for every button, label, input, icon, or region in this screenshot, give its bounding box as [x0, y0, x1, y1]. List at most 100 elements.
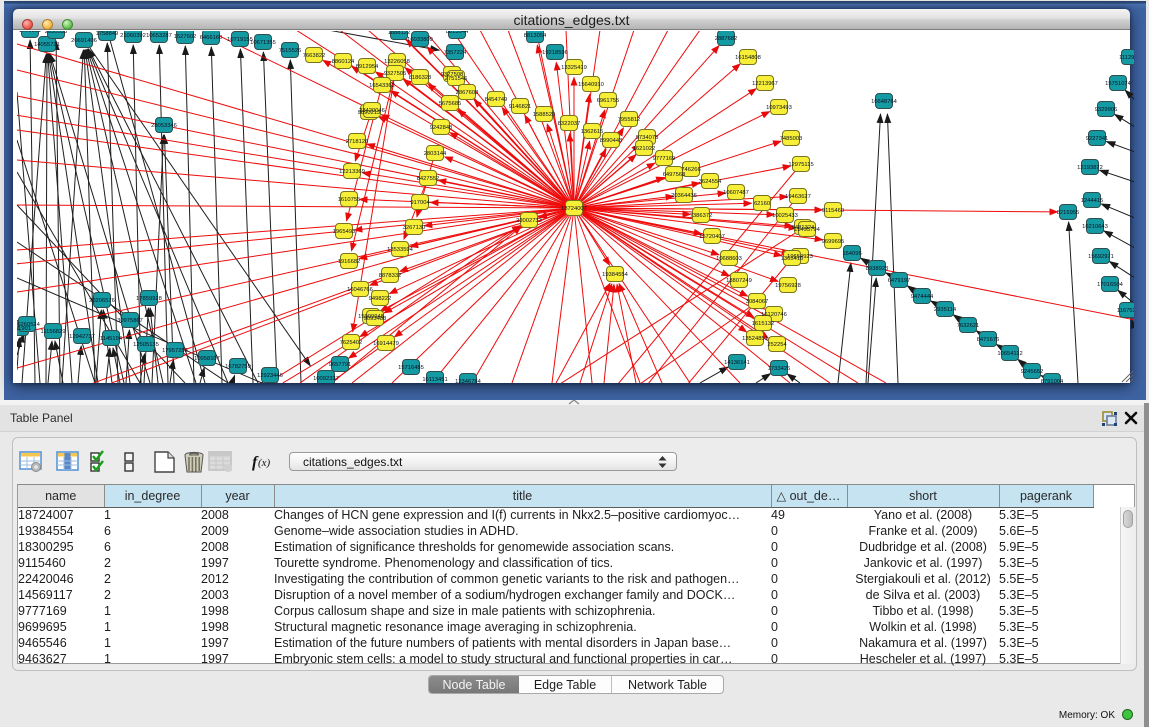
- svg-text:20691406: 20691406: [71, 38, 97, 44]
- svg-text:2935114: 2935114: [934, 307, 957, 313]
- svg-text:30975867: 30975867: [117, 318, 143, 324]
- svg-text:2803144: 2803144: [424, 151, 447, 157]
- svg-text:1112904: 1112904: [1119, 55, 1134, 61]
- svg-text:20364436: 20364436: [671, 193, 697, 199]
- svg-text:7357224: 7357224: [444, 50, 467, 56]
- svg-text:8215955: 8215955: [1057, 210, 1080, 216]
- svg-text:8878332: 8878332: [379, 273, 402, 279]
- svg-text:18807249: 18807249: [726, 278, 752, 284]
- svg-text:1365416: 1365416: [781, 256, 804, 262]
- svg-text:1621022: 1621022: [633, 146, 656, 152]
- svg-text:10092337: 10092337: [313, 376, 339, 382]
- svg-text:21060392: 21060392: [120, 33, 146, 39]
- svg-text:23002733: 23002733: [516, 218, 542, 224]
- svg-text:9777169: 9777169: [653, 156, 676, 162]
- svg-text:1362615: 1362615: [581, 129, 604, 135]
- svg-text:16210643: 16210643: [1082, 224, 1108, 230]
- svg-text:19218596: 19218596: [542, 50, 568, 56]
- svg-text:12942737: 12942737: [69, 334, 95, 340]
- svg-text:1733426: 1733426: [768, 366, 791, 372]
- svg-text:1167533: 1167533: [1117, 308, 1134, 314]
- svg-text:15720407: 15720407: [699, 234, 725, 240]
- svg-text:252254: 252254: [767, 342, 787, 348]
- svg-text:15716485: 15716485: [398, 365, 424, 371]
- svg-text:1888122: 1888122: [388, 31, 411, 36]
- svg-text:13524851: 13524851: [742, 336, 768, 342]
- svg-text:12193872: 12193872: [1077, 165, 1103, 171]
- svg-text:8860124: 8860124: [332, 59, 355, 65]
- svg-text:12213967: 12213967: [752, 81, 778, 87]
- svg-text:9093488: 9093488: [364, 316, 387, 322]
- svg-text:1145194: 1145194: [100, 336, 123, 342]
- svg-text:9146821: 9146821: [509, 104, 532, 110]
- svg-text:12975115: 12975115: [788, 162, 813, 168]
- svg-text:13325419: 13325419: [561, 65, 587, 71]
- svg-text:8322037: 8322037: [558, 121, 581, 127]
- svg-text:8186328: 8186328: [409, 75, 432, 81]
- svg-text:9699695: 9699695: [822, 239, 845, 245]
- svg-text:7632621: 7632621: [957, 323, 980, 329]
- svg-text:16113451: 16113451: [422, 377, 447, 383]
- svg-text:1965493: 1965493: [333, 229, 356, 235]
- svg-text:17859928: 17859928: [136, 296, 162, 302]
- svg-text:2887682: 2887682: [715, 36, 738, 42]
- svg-text:20206576: 20206576: [89, 298, 115, 304]
- svg-text:7663822: 7663822: [303, 53, 326, 59]
- svg-text:1615132: 1615132: [752, 321, 775, 327]
- svg-text:8813054: 8813054: [524, 33, 547, 39]
- svg-text:164095: 164095: [842, 251, 861, 257]
- svg-text:8471676: 8471676: [977, 337, 1000, 343]
- svg-text:3084067: 3084067: [746, 299, 769, 305]
- svg-text:8427552: 8427552: [417, 176, 440, 182]
- svg-text:3267130: 3267130: [403, 225, 426, 231]
- svg-text:8912954: 8912954: [356, 64, 379, 70]
- svg-text:917004: 917004: [410, 200, 430, 206]
- svg-text:12923446: 12923446: [257, 373, 283, 379]
- svg-text:10025433: 10025433: [772, 213, 798, 219]
- svg-text:16033809: 16033809: [407, 37, 433, 43]
- svg-text:9327505: 9327505: [384, 71, 407, 77]
- svg-text:14055721: 14055721: [34, 42, 60, 48]
- svg-text:10719155: 10719155: [227, 37, 253, 43]
- svg-text:5675685: 5675685: [439, 101, 462, 107]
- svg-text:62160: 62160: [754, 201, 770, 207]
- svg-text:1527602: 1527602: [174, 34, 197, 40]
- svg-text:8791004: 8791004: [1041, 379, 1064, 383]
- svg-text:1588520: 1588520: [533, 112, 556, 118]
- svg-text:7625402: 7625402: [340, 340, 363, 346]
- svg-text:10958107: 10958107: [194, 356, 220, 362]
- svg-text:16914479: 16914479: [373, 341, 399, 347]
- svg-text:1244415: 1244415: [1081, 198, 1104, 204]
- svg-text:9734078: 9734078: [636, 135, 659, 141]
- svg-text:14136141: 14136141: [724, 360, 750, 366]
- svg-text:2030553: 2030553: [45, 31, 68, 35]
- svg-text:16046766: 16046766: [347, 287, 373, 293]
- svg-text:12213369: 12213369: [339, 169, 365, 175]
- svg-text:2867608: 2867608: [456, 90, 479, 96]
- svg-text:13533594: 13533594: [387, 247, 414, 253]
- svg-text:15692971: 15692971: [1088, 254, 1114, 260]
- svg-text:17016504: 17016504: [1097, 282, 1124, 288]
- svg-text:12505135: 12505135: [133, 342, 159, 348]
- svg-text:9657791: 9657791: [329, 362, 352, 368]
- svg-text:16648764: 16648764: [871, 99, 898, 105]
- svg-text:9498222: 9498222: [369, 296, 392, 302]
- svg-text:8454749: 8454749: [485, 97, 508, 103]
- svg-text:26260524: 26260524: [17, 322, 41, 328]
- svg-text:10671355: 10671355: [250, 40, 276, 46]
- svg-text:19384554: 19384554: [602, 272, 629, 278]
- svg-text:7515526: 7515526: [279, 48, 302, 54]
- svg-text:16154808: 16154808: [735, 55, 761, 61]
- svg-text:9242848: 9242848: [430, 125, 453, 131]
- svg-text:13226058: 13226058: [384, 59, 410, 65]
- svg-text:(x): (x): [258, 457, 271, 469]
- svg-text:1093831: 1093831: [19, 31, 42, 34]
- svg-text:9245652: 9245652: [1021, 369, 1044, 375]
- svg-text:16120746: 16120746: [761, 312, 787, 318]
- svg-text:10654112: 10654112: [997, 351, 1022, 357]
- svg-text:10607487: 10607487: [723, 190, 749, 196]
- svg-text:9474444: 9474444: [911, 294, 934, 300]
- svg-text:19756928: 19756928: [775, 283, 801, 289]
- svg-text:11156829: 11156829: [41, 329, 66, 335]
- svg-text:19463627: 19463627: [785, 194, 811, 200]
